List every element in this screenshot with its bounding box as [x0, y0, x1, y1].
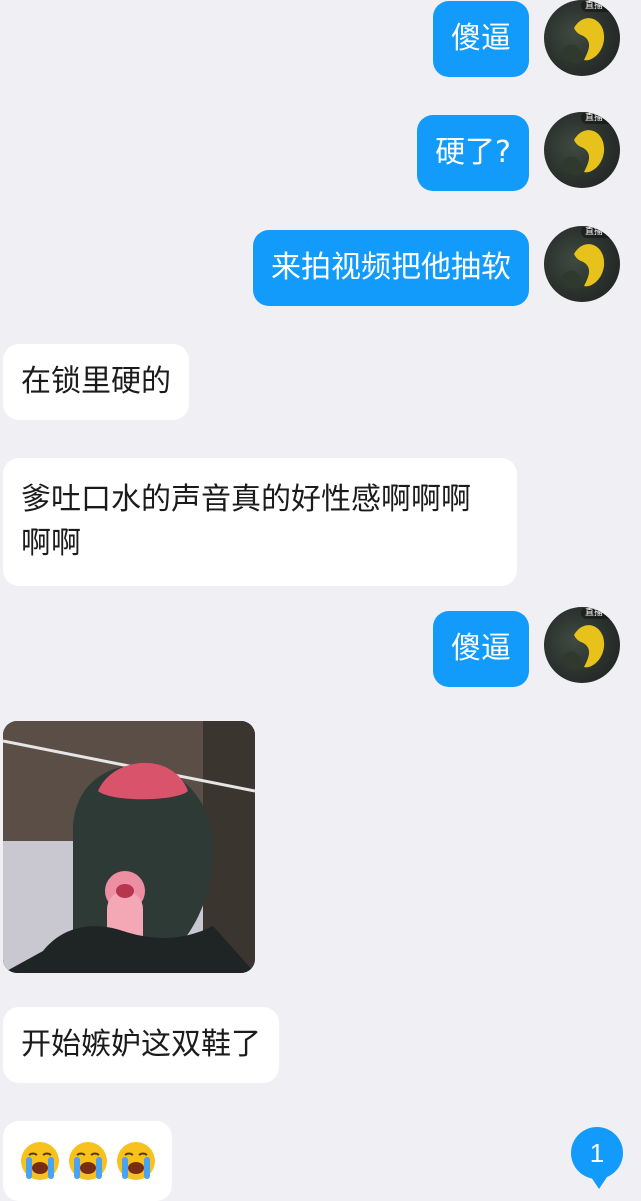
- photo-image: [3, 721, 255, 973]
- avatar[interactable]: 直播中: [544, 112, 620, 188]
- avatar[interactable]: 直播中: [544, 226, 620, 302]
- loudly-crying-face-icon: [117, 1142, 155, 1180]
- received-message[interactable]: 开始嫉妒这双鞋了: [3, 1007, 279, 1083]
- live-badge: 直播中: [580, 607, 616, 619]
- sent-message[interactable]: 硬了?: [417, 115, 529, 191]
- sent-message[interactable]: 来拍视频把他抽软: [253, 230, 529, 306]
- avatar[interactable]: 直播中: [544, 607, 620, 683]
- live-badge: 直播中: [580, 112, 616, 124]
- unread-count-badge[interactable]: 1: [571, 1127, 623, 1189]
- received-emoji-message[interactable]: [3, 1121, 172, 1201]
- avatar[interactable]: 直播中: [544, 0, 620, 76]
- received-message[interactable]: 爹吐口水的声音真的好性感啊啊啊啊啊: [3, 458, 517, 586]
- loudly-crying-face-icon: [69, 1142, 107, 1180]
- received-photo[interactable]: [3, 721, 255, 973]
- sent-message[interactable]: 傻逼: [433, 1, 529, 77]
- received-message[interactable]: 在锁里硬的: [3, 344, 189, 420]
- live-badge: 直播中: [580, 0, 616, 12]
- sent-message[interactable]: 傻逼: [433, 611, 529, 687]
- loudly-crying-face-icon: [21, 1142, 59, 1180]
- live-badge: 直播中: [580, 226, 616, 238]
